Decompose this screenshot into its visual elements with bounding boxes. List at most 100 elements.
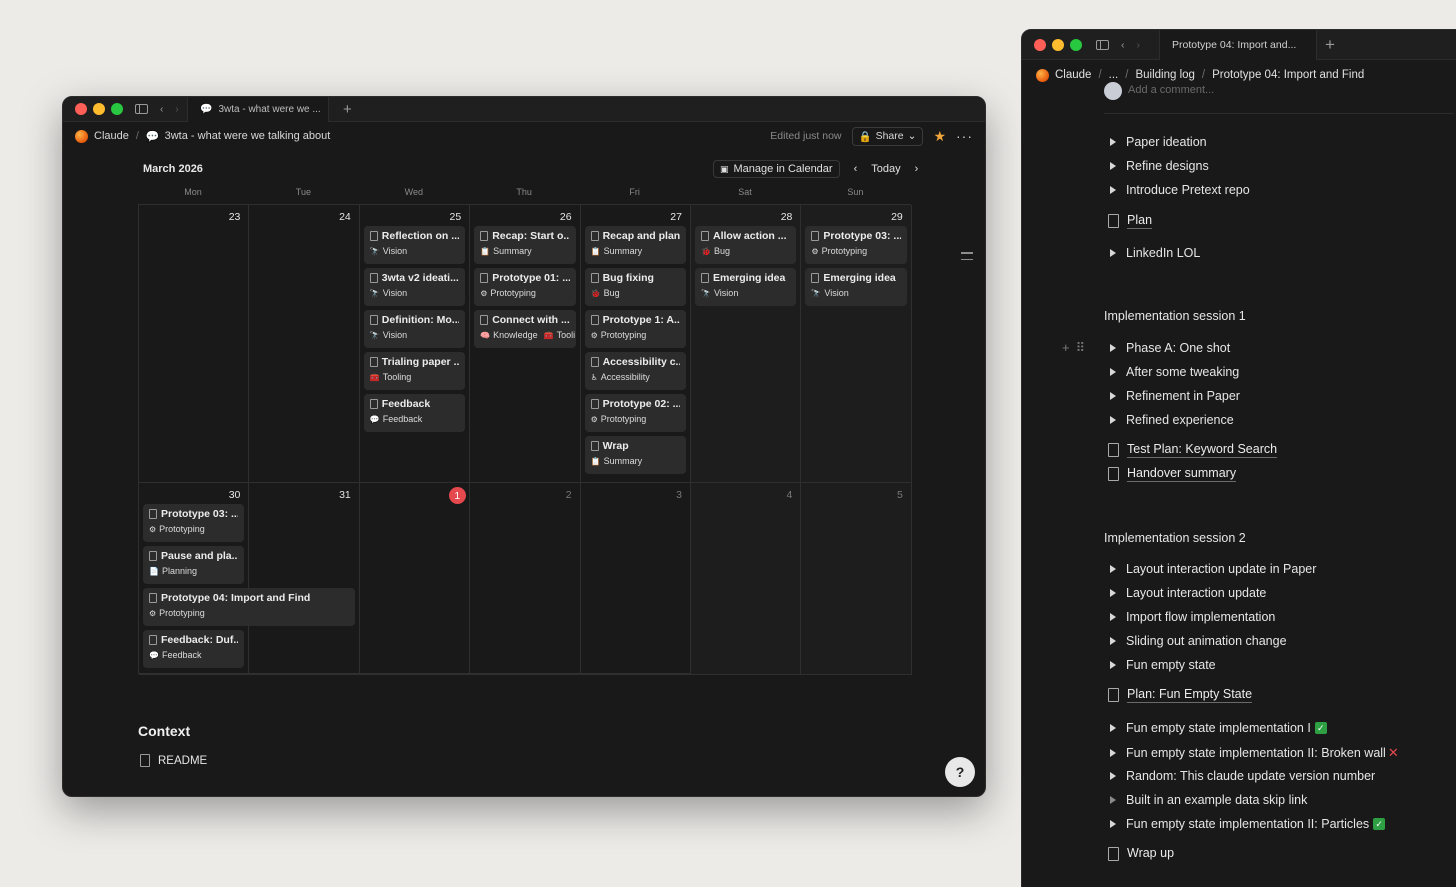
more-options-icon[interactable]: ··· bbox=[956, 128, 973, 144]
block-controls[interactable]: + ⠿ bbox=[1062, 340, 1085, 356]
prev-month-chevron-icon[interactable]: ‹ bbox=[854, 163, 858, 175]
toggle-item[interactable]: After some tweaking bbox=[1110, 365, 1239, 379]
help-button[interactable]: ? bbox=[945, 757, 975, 787]
calendar-event[interactable]: Accessibility c... ♿ Accessibility bbox=[584, 352, 686, 390]
manage-in-calendar-button[interactable]: ▣ Manage in Calendar bbox=[713, 160, 840, 178]
calendar-event[interactable]: Pause and pla... 📄 Planning bbox=[143, 546, 245, 584]
toggle-triangle-icon[interactable] bbox=[1110, 772, 1116, 780]
readme-link[interactable]: README bbox=[140, 754, 207, 767]
toggle-triangle-icon[interactable] bbox=[1110, 661, 1116, 669]
toggle-item[interactable]: Fun empty state implementation II: Parti… bbox=[1110, 817, 1386, 831]
toggle-item[interactable]: Fun empty state bbox=[1110, 658, 1216, 672]
calendar-event[interactable]: Prototype 03: ... ⚙ Prototyping bbox=[805, 226, 907, 264]
breadcrumb-ellipsis[interactable]: ... bbox=[1109, 69, 1119, 81]
toggle-item[interactable]: Refined experience bbox=[1110, 413, 1234, 427]
toggle-triangle-icon[interactable] bbox=[1110, 162, 1116, 170]
calendar-day-cell[interactable]: 23 bbox=[139, 205, 250, 483]
page-link-plan[interactable]: Plan bbox=[1108, 213, 1153, 229]
maximize-window-button[interactable] bbox=[1070, 38, 1082, 51]
calendar-event[interactable]: Wrap 📋 Summary bbox=[584, 436, 686, 474]
sidebar-toggle-icon[interactable] bbox=[135, 104, 148, 114]
page-link-plan-fun-empty-state[interactable]: Plan: Fun Empty State bbox=[1108, 687, 1253, 703]
forward-arrow-icon[interactable]: › bbox=[175, 104, 178, 115]
forward-arrow-icon[interactable]: › bbox=[1137, 39, 1141, 51]
calendar-day-cell[interactable]: 5 bbox=[801, 483, 912, 675]
toggle-triangle-icon[interactable] bbox=[1110, 249, 1116, 257]
toggle-triangle-icon[interactable] bbox=[1110, 724, 1116, 732]
toggle-triangle-icon[interactable] bbox=[1110, 368, 1116, 376]
breadcrumb-page[interactable]: 3wta - what were we talking about bbox=[165, 130, 331, 142]
breadcrumb-parent[interactable]: Building log bbox=[1135, 69, 1194, 81]
page-link-test-plan[interactable]: Test Plan: Keyword Search bbox=[1108, 442, 1278, 458]
toggle-item[interactable]: Layout interaction update bbox=[1110, 586, 1266, 600]
tab-active[interactable]: 💬 3wta - what were we ... bbox=[187, 97, 329, 122]
calendar-event[interactable]: Trialing paper ... 🧰 Tooling bbox=[363, 352, 466, 390]
today-button[interactable]: Today bbox=[871, 163, 900, 175]
favorite-star-icon[interactable]: ★ bbox=[933, 128, 946, 145]
calendar-event[interactable]: Bug fixing 🐞 Bug bbox=[584, 268, 686, 306]
toggle-item[interactable]: Refinement in Paper bbox=[1110, 389, 1240, 403]
table-of-contents-icon[interactable] bbox=[961, 252, 973, 265]
toggle-item[interactable]: Paper ideation bbox=[1110, 135, 1207, 149]
calendar-event[interactable]: Emerging idea 🔭 Vision bbox=[695, 268, 797, 306]
calendar-event[interactable]: Recap: Start o... 📋 Summary bbox=[474, 226, 576, 264]
new-tab-plus-icon[interactable]: + bbox=[1325, 35, 1335, 55]
toggle-item[interactable]: Refine designs bbox=[1110, 159, 1209, 173]
back-arrow-icon[interactable]: ‹ bbox=[1121, 39, 1125, 51]
close-window-button[interactable] bbox=[1034, 38, 1046, 51]
calendar-event[interactable]: Emerging idea 🔭 Vision bbox=[805, 268, 907, 306]
toggle-item[interactable]: Sliding out animation change bbox=[1110, 634, 1287, 648]
calendar-event[interactable]: Reflection on ... 🔭 Vision bbox=[363, 226, 466, 264]
calendar-day-cell[interactable]: 2 bbox=[470, 483, 581, 675]
calendar-day-cell[interactable]: 24 bbox=[249, 205, 360, 483]
calendar-event[interactable]: Feedback: Duf... 💬 Feedback bbox=[143, 630, 245, 668]
toggle-item[interactable]: Layout interaction update in Paper bbox=[1110, 562, 1316, 576]
toggle-item[interactable]: Import flow implementation bbox=[1110, 610, 1275, 624]
calendar-day-cell[interactable]: 3 bbox=[580, 483, 691, 675]
add-block-plus-icon[interactable]: + bbox=[1062, 340, 1070, 356]
close-window-button[interactable] bbox=[75, 103, 87, 115]
minimize-window-button[interactable] bbox=[93, 103, 105, 115]
calendar-event[interactable]: Definition: Mo... 🔭 Vision bbox=[363, 310, 466, 348]
calendar-event[interactable]: 3wta v2 ideati... 🔭 Vision bbox=[363, 268, 466, 306]
toggle-item[interactable]: LinkedIn LOL bbox=[1110, 246, 1200, 260]
toggle-item[interactable]: Introduce Pretext repo bbox=[1110, 183, 1250, 197]
tab-active[interactable]: Prototype 04: Import and... bbox=[1159, 30, 1317, 60]
toggle-triangle-icon[interactable] bbox=[1110, 138, 1116, 146]
page-link-handover[interactable]: Handover summary bbox=[1108, 466, 1237, 482]
toggle-triangle-icon[interactable] bbox=[1110, 637, 1116, 645]
new-tab-plus-icon[interactable]: + bbox=[343, 101, 352, 118]
toggle-triangle-icon[interactable] bbox=[1110, 820, 1116, 828]
back-arrow-icon[interactable]: ‹ bbox=[160, 104, 163, 115]
breadcrumb-workspace[interactable]: Claude bbox=[1055, 69, 1091, 81]
toggle-item[interactable]: Fun empty state implementation I ✓ bbox=[1110, 721, 1327, 735]
toggle-item[interactable]: Phase A: One shot bbox=[1110, 341, 1230, 355]
toggle-triangle-icon[interactable] bbox=[1110, 392, 1116, 400]
drag-handle-icon[interactable]: ⠿ bbox=[1076, 340, 1086, 356]
calendar-day-cell[interactable]: 4 bbox=[691, 483, 802, 675]
toggle-triangle-icon[interactable] bbox=[1110, 344, 1116, 352]
toggle-triangle-icon[interactable] bbox=[1110, 565, 1116, 573]
calendar-event[interactable]: Prototype 01: ... ⚙ Prototyping bbox=[474, 268, 576, 306]
toggle-triangle-icon[interactable] bbox=[1110, 613, 1116, 621]
toggle-triangle-icon[interactable] bbox=[1110, 749, 1116, 757]
toggle-triangle-icon[interactable] bbox=[1110, 796, 1116, 804]
calendar-event[interactable]: Feedback 💬 Feedback bbox=[363, 394, 466, 432]
toggle-item[interactable]: Built in an example data skip link bbox=[1110, 793, 1307, 807]
next-month-chevron-icon[interactable]: › bbox=[915, 163, 919, 175]
minimize-window-button[interactable] bbox=[1052, 38, 1064, 51]
calendar-event[interactable]: Prototype 1: A... ⚙ Prototyping bbox=[584, 310, 686, 348]
breadcrumb-workspace[interactable]: Claude bbox=[94, 130, 129, 142]
calendar-event[interactable]: Allow action ... 🐞 Bug bbox=[695, 226, 797, 264]
sidebar-toggle-icon[interactable] bbox=[1096, 39, 1109, 50]
share-button[interactable]: 🔒 Share ⌄ bbox=[851, 126, 924, 146]
toggle-triangle-icon[interactable] bbox=[1110, 416, 1116, 424]
toggle-item[interactable]: Random: This claude update version numbe… bbox=[1110, 769, 1375, 783]
comment-input[interactable]: Add a comment... bbox=[1104, 82, 1454, 114]
breadcrumb-page[interactable]: Prototype 04: Import and Find bbox=[1212, 69, 1364, 81]
toggle-triangle-icon[interactable] bbox=[1110, 186, 1116, 194]
page-link-wrap-up[interactable]: Wrap up bbox=[1108, 846, 1174, 861]
calendar-event[interactable]: Prototype 02: ... ⚙ Prototyping bbox=[584, 394, 686, 432]
calendar-event[interactable]: Prototype 03: ... ⚙ Prototyping bbox=[143, 504, 245, 542]
toggle-item[interactable]: Fun empty state implementation II: Broke… bbox=[1110, 745, 1399, 761]
